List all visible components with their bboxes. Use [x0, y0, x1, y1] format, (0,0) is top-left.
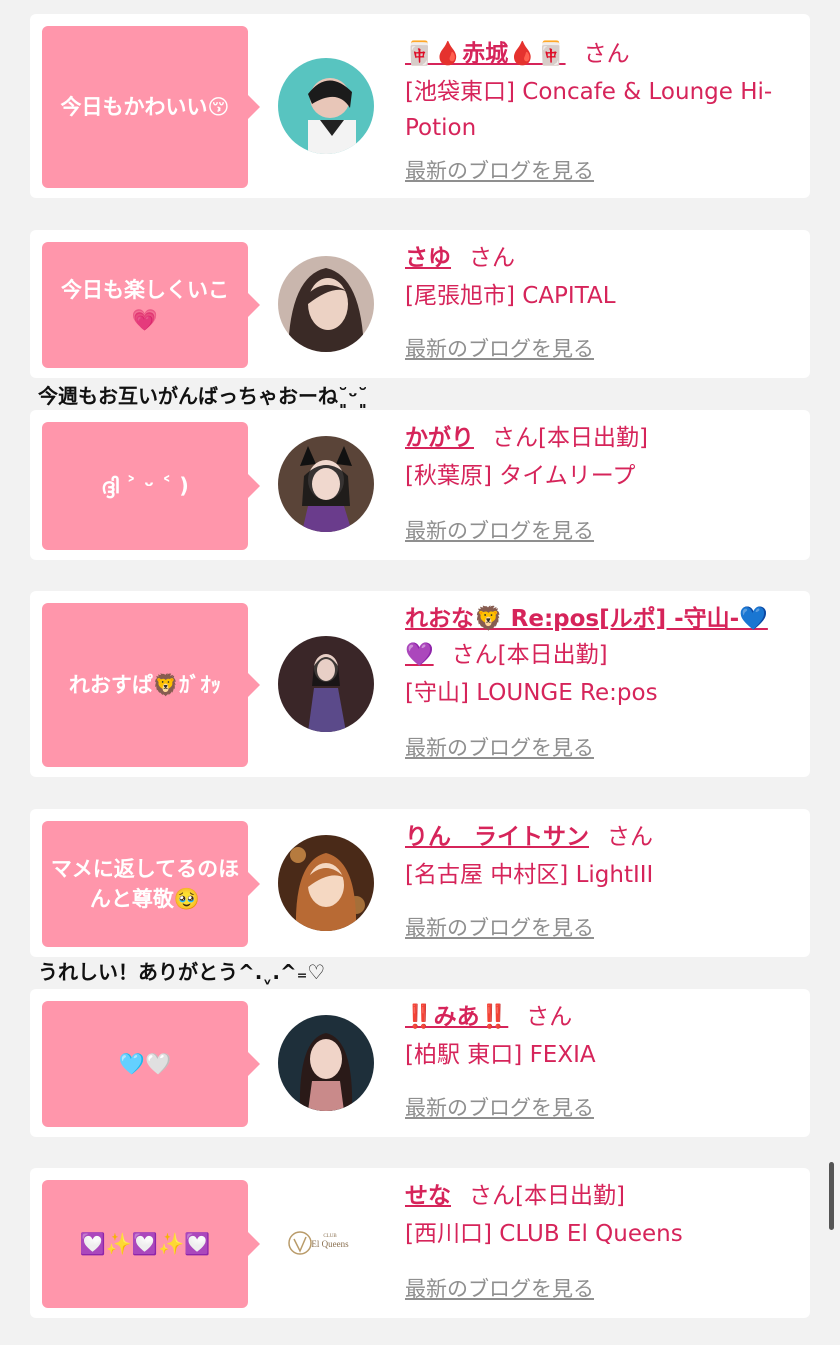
cast-name-link[interactable]: かがり	[405, 425, 474, 451]
latest-blog-link[interactable]: 最新のブログを見る	[405, 1274, 594, 1304]
card-info: かがり さん[本日出勤] [秋葉原] タイムリープ	[405, 420, 792, 494]
blog-card: 今日も楽しくいこ💗 さゆ さん [尾張旭市] CAPITAL 最新のブログを見る	[30, 230, 810, 378]
card-info: ‼️みあ‼️ さん [柏駅 東口] FEXIA	[405, 999, 792, 1073]
scrollbar[interactable]	[829, 1162, 834, 1230]
san-label: さん	[451, 642, 498, 668]
name-line: 🀄🩸赤城🩸🀄 さん	[405, 36, 792, 72]
attendance-status: [本日出勤]	[515, 1183, 625, 1209]
shop-name: [守山] LOUNGE Re:pos	[405, 680, 658, 706]
avatar[interactable]	[278, 58, 374, 154]
latest-blog-link[interactable]: 最新のブログを見る	[405, 334, 594, 364]
message-bubble: 💟✨💟✨💟	[42, 1180, 260, 1308]
latest-blog-link[interactable]: 最新のブログを見る	[405, 1093, 594, 1123]
message-bubble: 今日もかわいい😚	[42, 26, 260, 188]
blog-card: 💟✨💟✨💟 CLUB El Queens せな さん[本日出勤] [西川口] CL…	[30, 1168, 810, 1318]
name-line: かがり さん[本日出勤]	[405, 420, 792, 456]
shop-logo[interactable]: CLUB El Queens	[278, 1195, 374, 1291]
shop-name: [名古屋 中村区] LightIII	[405, 862, 654, 888]
san-label: さん	[607, 824, 653, 850]
cast-name-link[interactable]: りん ライトサン	[405, 824, 589, 850]
avatar[interactable]	[278, 436, 374, 532]
san-label: さん	[469, 1183, 515, 1209]
shop-name: [柏駅 東口] FEXIA	[405, 1042, 596, 1068]
san-label: さん	[492, 425, 538, 451]
between-message: うれしい！ありがとう^.ˬ.^₌♡	[38, 960, 326, 984]
card-info: せな さん[本日出勤] [西川口] CLUB El Queens	[405, 1178, 792, 1252]
cast-name-link[interactable]: 🀄🩸赤城🩸🀄	[405, 41, 566, 67]
avatar[interactable]	[278, 1015, 374, 1111]
cast-name-link[interactable]: さゆ	[405, 245, 451, 271]
card-info: 🀄🩸赤城🩸🀄 さん [池袋東口] Concafe & Lounge Hi-Poti…	[405, 36, 792, 146]
attendance-status: [本日出勤]	[497, 642, 608, 668]
message-text: 🩵🤍	[118, 1052, 172, 1076]
card-info: さゆ さん [尾張旭市] CAPITAL	[405, 240, 792, 314]
name-line: ‼️みあ‼️ さん	[405, 999, 792, 1035]
card-info: りん ライトサン さん [名古屋 中村区] LightIII	[405, 819, 792, 893]
latest-blog-link[interactable]: 最新のブログを見る	[405, 913, 594, 943]
san-label: さん	[526, 1004, 573, 1030]
logo-brand-text: El Queens	[311, 1239, 349, 1249]
message-text: 今日もかわいい😚	[60, 95, 230, 119]
blog-card: マメに返してるのほんと尊敬🥹 りん ライトサン さん [名古屋 中村区] Ligh…	[30, 809, 810, 957]
name-line: れおな🦁 Re:pos[ルポ] -守山-💙💜 さん[本日出勤]	[405, 601, 792, 673]
blog-card: 今日もかわいい😚 🀄🩸赤城🩸🀄 さん [池袋東口] Concafe & Loung…	[30, 14, 810, 198]
blog-card: れおすぱ🦁ｶﾞｵｯ れおな🦁 Re:pos[ルポ] -守山-💙💜 さん[本日出勤]…	[30, 591, 810, 777]
message-text: 今日も楽しくいこ💗	[61, 278, 229, 332]
shop-name: [池袋東口] Concafe & Lounge Hi-Potion	[405, 79, 773, 141]
message-text: れおすぱ🦁ｶﾞｵｯ	[68, 673, 222, 697]
latest-blog-link[interactable]: 最新のブログを見る	[405, 516, 594, 546]
blog-card: ദ്ദി ˃ ᵕ ˂ ) かがり さん[本日出勤] [秋葉原] タイムリープ 最新…	[30, 410, 810, 560]
san-label: さん	[469, 245, 515, 271]
shop-name: [尾張旭市] CAPITAL	[405, 283, 616, 309]
message-text: マメに返してるのほんと尊敬🥹	[50, 857, 240, 911]
name-line: せな さん[本日出勤]	[405, 1178, 792, 1214]
latest-blog-link[interactable]: 最新のブログを見る	[405, 156, 594, 186]
card-info: れおな🦁 Re:pos[ルポ] -守山-💙💜 さん[本日出勤] [守山] LOUN…	[405, 601, 792, 711]
shop-name: [秋葉原] タイムリープ	[405, 463, 636, 489]
blog-card: 🩵🤍 ‼️みあ‼️ さん [柏駅 東口] FEXIA 最新のブログを見る	[30, 989, 810, 1137]
message-text: 💟✨💟✨💟	[79, 1232, 211, 1256]
avatar[interactable]	[278, 835, 374, 931]
between-message: 今週もお互いがんばっちゃおーね˘͈ᵕ˘͈	[38, 384, 368, 408]
message-bubble: ദ്ദി ˃ ᵕ ˂ )	[42, 422, 260, 550]
avatar[interactable]	[278, 256, 374, 352]
name-line: さゆ さん	[405, 240, 792, 276]
avatar[interactable]	[278, 636, 374, 732]
message-text: ദ്ദി ˃ ᵕ ˂ )	[101, 474, 189, 498]
latest-blog-link[interactable]: 最新のブログを見る	[405, 733, 594, 763]
attendance-status: [本日出勤]	[538, 425, 648, 451]
shop-name: [西川口] CLUB El Queens	[405, 1221, 683, 1247]
cast-name-link[interactable]: せな	[405, 1183, 451, 1209]
message-bubble: れおすぱ🦁ｶﾞｵｯ	[42, 603, 260, 767]
message-bubble: マメに返してるのほんと尊敬🥹	[42, 821, 260, 947]
san-label: さん	[583, 41, 630, 67]
message-bubble: 🩵🤍	[42, 1001, 260, 1127]
name-line: りん ライトサン さん	[405, 819, 792, 855]
message-bubble: 今日も楽しくいこ💗	[42, 242, 260, 368]
cast-name-link[interactable]: ‼️みあ‼️	[405, 1004, 508, 1030]
